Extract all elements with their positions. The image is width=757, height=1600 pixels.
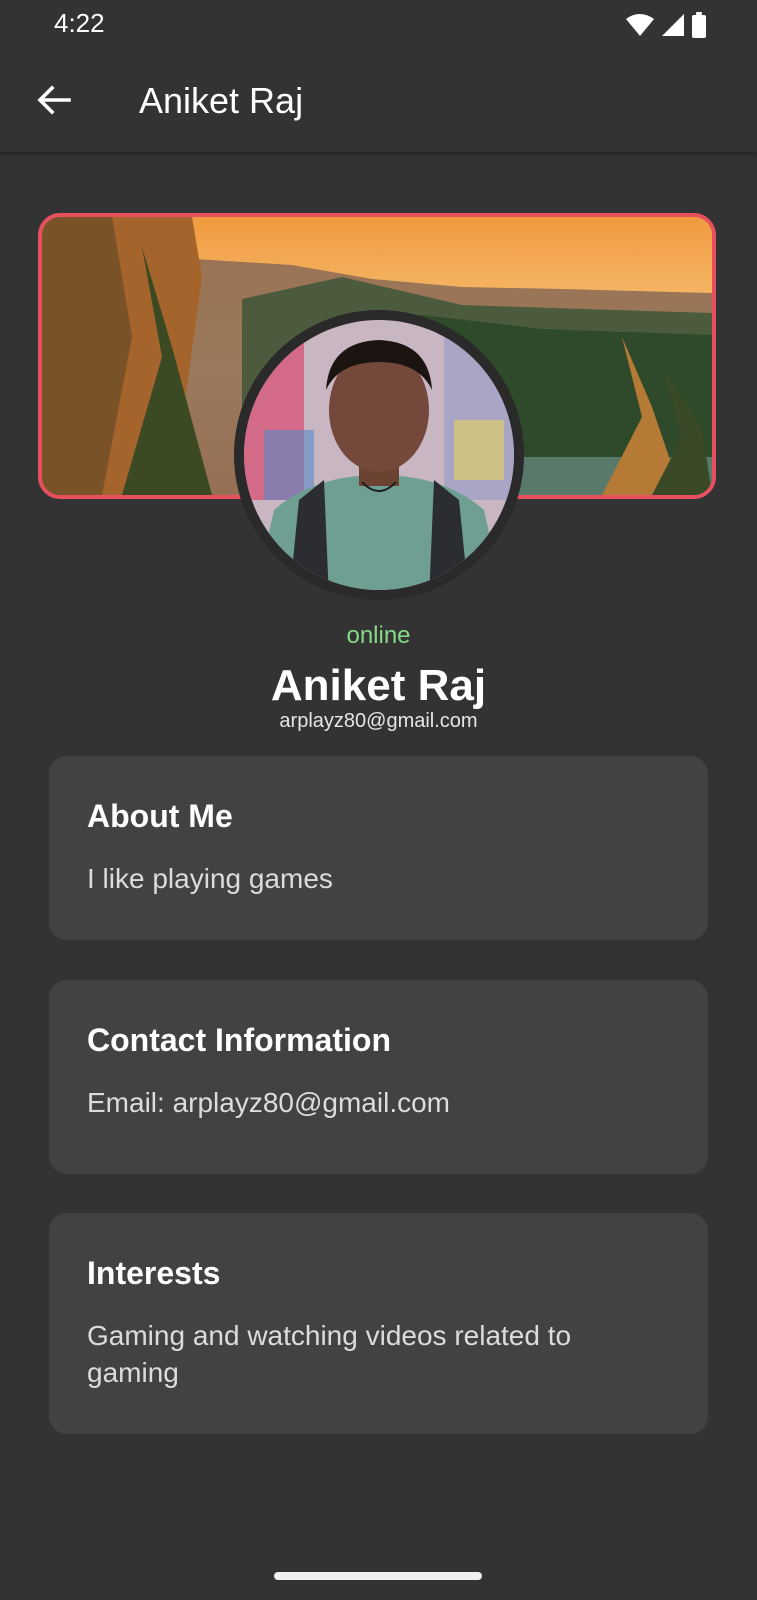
avatar [234,310,524,600]
about-me-text: I like playing games [87,863,333,894]
status-icons [625,12,707,43]
contact-information-card: Contact Information Email: arplayz80@gma… [49,980,708,1174]
app-title: Aniket Raj [139,80,304,121]
interests-text: Gaming and watching videos related to ga… [87,1320,572,1388]
status-bar: 4:22 [0,0,757,52]
contact-email-text: Email: arplayz80@gmail.com [87,1087,450,1118]
online-status: online [346,622,411,649]
wifi-icon [625,13,655,42]
battery-icon [691,12,707,43]
profile-name: Aniket Raj [270,661,487,710]
interests-card: Interests Gaming and watching videos rel… [49,1213,708,1434]
back-button[interactable] [26,74,82,130]
cellular-signal-icon [661,13,685,42]
about-me-card: About Me I like playing games [49,756,708,940]
home-indicator[interactable] [274,1572,482,1580]
interests-title: Interests [87,1255,221,1291]
app-bar: Aniket Raj [0,52,757,152]
contact-information-title: Contact Information [87,1022,391,1058]
profile-email: arplayz80@gmail.com [279,710,478,732]
arrow-left-icon [37,84,71,120]
about-me-title: About Me [87,798,233,834]
status-time: 4:22 [54,8,105,38]
